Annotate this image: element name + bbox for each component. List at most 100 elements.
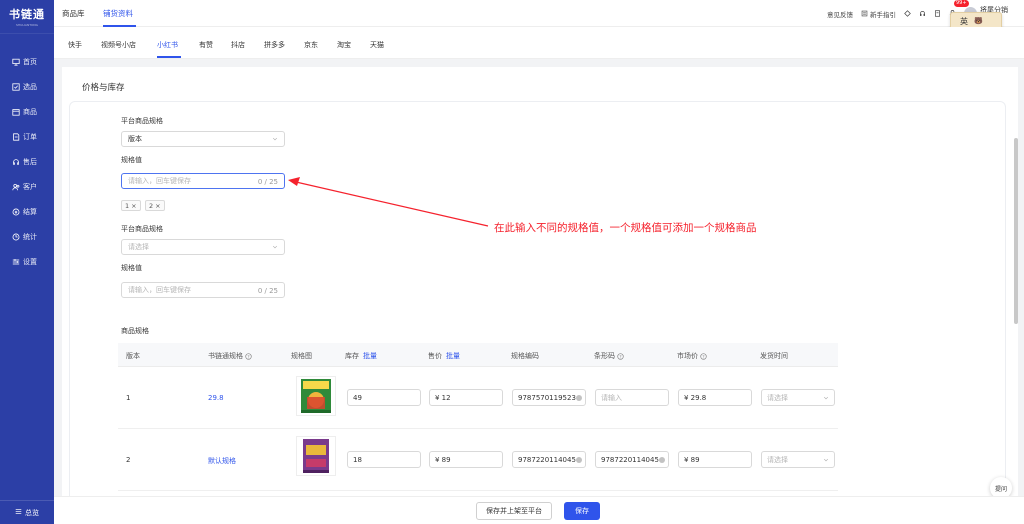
tab-xiaohongshu[interactable]: 小红书 [157, 40, 178, 50]
sidebar-item-aftersale[interactable]: 售后 [0, 149, 54, 174]
spec1-label: 平台商品规格 [121, 117, 163, 125]
logo[interactable]: 书链通 SHULIANTONG [0, 0, 54, 34]
th-version: 版本 [126, 351, 140, 361]
code-input[interactable]: 9787570119523 [512, 389, 586, 406]
th-stock: 库存 批量 [345, 351, 377, 361]
help-icon[interactable]: ? [700, 352, 707, 360]
chevron-down-icon [272, 245, 278, 249]
clock-icon [12, 233, 20, 241]
th-code: 规格编码 [511, 351, 539, 361]
sidebar-item-label: 统计 [23, 232, 37, 241]
tab-jd[interactable]: 京东 [304, 40, 318, 50]
market-price-input[interactable]: ¥ 29.8 [678, 389, 752, 406]
diamond-icon[interactable] [904, 10, 911, 17]
tab-taobao[interactable]: 淘宝 [337, 40, 351, 50]
save-and-publish-button[interactable]: 保存并上架至平台 [476, 502, 552, 520]
price-input[interactable]: ¥ 12 [429, 389, 503, 406]
sidebar-item-customers[interactable]: 客户 [0, 174, 54, 199]
spec1-select[interactable]: 版本 [121, 131, 285, 147]
section-title: 价格与库存 [82, 83, 125, 93]
guide-link[interactable]: 新手指引 [861, 9, 896, 19]
sidebar-item-settlement[interactable]: 结算 [0, 199, 54, 224]
close-icon[interactable]: × [131, 202, 136, 210]
spec-tag[interactable]: 2 × [145, 200, 165, 211]
table-row: 1 29.8 49 ¥ 12 9787570119523 请输入 ¥ 29.8 … [118, 367, 838, 429]
barcode-input[interactable]: 9787220114045 [595, 451, 669, 468]
sidebar-item-label: 结算 [23, 207, 37, 216]
sidebar-item-label: 设置 [23, 257, 37, 266]
tab-channels-store[interactable]: 视频号小店 [101, 40, 136, 50]
sidebar-item-home[interactable]: 首页 [0, 49, 54, 74]
headset-icon[interactable] [919, 10, 926, 17]
value1-placeholder: 请输入，回车键保存 [128, 177, 191, 185]
sidebar: 书链通 SHULIANTONG 首页 选品 商品 订单 售后 客户 结算 统计 … [0, 0, 54, 524]
sidebar-item-label: 客户 [23, 182, 37, 191]
th-version-label: 版本 [126, 352, 140, 360]
batch-stock-link[interactable]: 批量 [363, 351, 377, 361]
help-icon[interactable]: ? [617, 352, 624, 360]
topbar: 商品库 铺货资料 意见反馈 新手指引 99+ 将尾分销 会员 [54, 0, 1024, 27]
th-sku-spec-label: 书链通规格 [208, 352, 243, 360]
svg-text:?: ? [619, 354, 621, 359]
row-spec-link[interactable]: 29.8 [208, 394, 224, 402]
ship-time-select[interactable]: 请选择 [761, 389, 835, 406]
tab-tmall[interactable]: 天猫 [370, 40, 384, 50]
sidebar-item-select[interactable]: 选品 [0, 74, 54, 99]
sidebar-collapse-button[interactable]: 总览 [0, 500, 54, 524]
spec2-select[interactable]: 请选择 [121, 239, 285, 255]
ship-time-select[interactable]: 请选择 [761, 451, 835, 468]
row-spec-link[interactable]: 默认规格 [208, 456, 236, 466]
spec-image[interactable] [296, 376, 336, 416]
select-icon [12, 82, 20, 91]
th-market-price: 市场价 ? [677, 351, 707, 361]
spec-value-input-1[interactable]: 请输入，回车键保存 0 / 25 [121, 173, 285, 189]
sidebar-item-orders[interactable]: 订单 [0, 124, 54, 149]
code-input[interactable]: 9787220114045 [512, 451, 586, 468]
table-header: 版本 书链通规格 ? 规格图 库存 批量 售价 批量 规格编码 条形码 ? 市场… [118, 343, 838, 367]
save-button[interactable]: 保存 [564, 502, 600, 520]
spec2-placeholder: 请选择 [128, 243, 149, 251]
sidebar-item-label: 订单 [23, 132, 37, 141]
spec1-value: 版本 [128, 135, 142, 143]
info-icon [659, 457, 665, 463]
close-icon[interactable]: × [155, 202, 160, 210]
spec-value-input-2[interactable]: 请输入，回车键保存 0 / 25 [121, 282, 285, 298]
stock-input[interactable]: 49 [347, 389, 421, 406]
th-code-label: 规格编码 [511, 352, 539, 360]
menu-icon [15, 508, 22, 517]
users-icon [12, 183, 20, 191]
settle-icon [12, 208, 20, 216]
table-title: 商品规格 [121, 327, 149, 335]
sidebar-item-goods[interactable]: 商品 [0, 99, 54, 124]
table-row: 2 默认规格 18 ¥ 89 9787220114045 97872201140… [118, 429, 838, 491]
spec-tag-label: 1 [125, 201, 130, 210]
stock-input[interactable]: 18 [347, 451, 421, 468]
th-barcode-label: 条形码 [594, 352, 615, 360]
tab-listing-data[interactable]: 铺货资料 [103, 8, 133, 19]
help-icon[interactable]: ? [245, 352, 252, 360]
feedback-link[interactable]: 意见反馈 [827, 9, 853, 19]
price-input[interactable]: ¥ 89 [429, 451, 503, 468]
ship-placeholder: 请选择 [767, 393, 788, 402]
scrollbar[interactable] [1014, 138, 1018, 324]
batch-price-link[interactable]: 批量 [446, 351, 460, 361]
th-barcode: 条形码 ? [594, 351, 624, 361]
spec-tag[interactable]: 1 × [121, 200, 141, 211]
notification-badge: 99+ [954, 0, 969, 7]
sidebar-item-settings[interactable]: 设置 [0, 249, 54, 274]
th-image-label: 规格图 [291, 352, 312, 360]
chevron-down-icon [823, 396, 829, 400]
tab-product-library[interactable]: 商品库 [62, 8, 85, 19]
tab-douyin-store[interactable]: 抖店 [231, 40, 245, 50]
tab-youzan[interactable]: 有赞 [199, 40, 213, 50]
barcode-input[interactable]: 请输入 [595, 389, 669, 406]
tab-pinduoduo[interactable]: 拼多多 [264, 40, 285, 50]
market-price-input[interactable]: ¥ 89 [678, 451, 752, 468]
tab-kuaishou[interactable]: 快手 [68, 40, 82, 50]
language-label: 英 [960, 16, 968, 26]
document-icon[interactable] [934, 10, 941, 17]
sidebar-item-label: 售后 [23, 157, 37, 166]
sidebar-item-stats[interactable]: 统计 [0, 224, 54, 249]
order-icon [12, 132, 20, 141]
spec-image[interactable] [296, 436, 336, 476]
